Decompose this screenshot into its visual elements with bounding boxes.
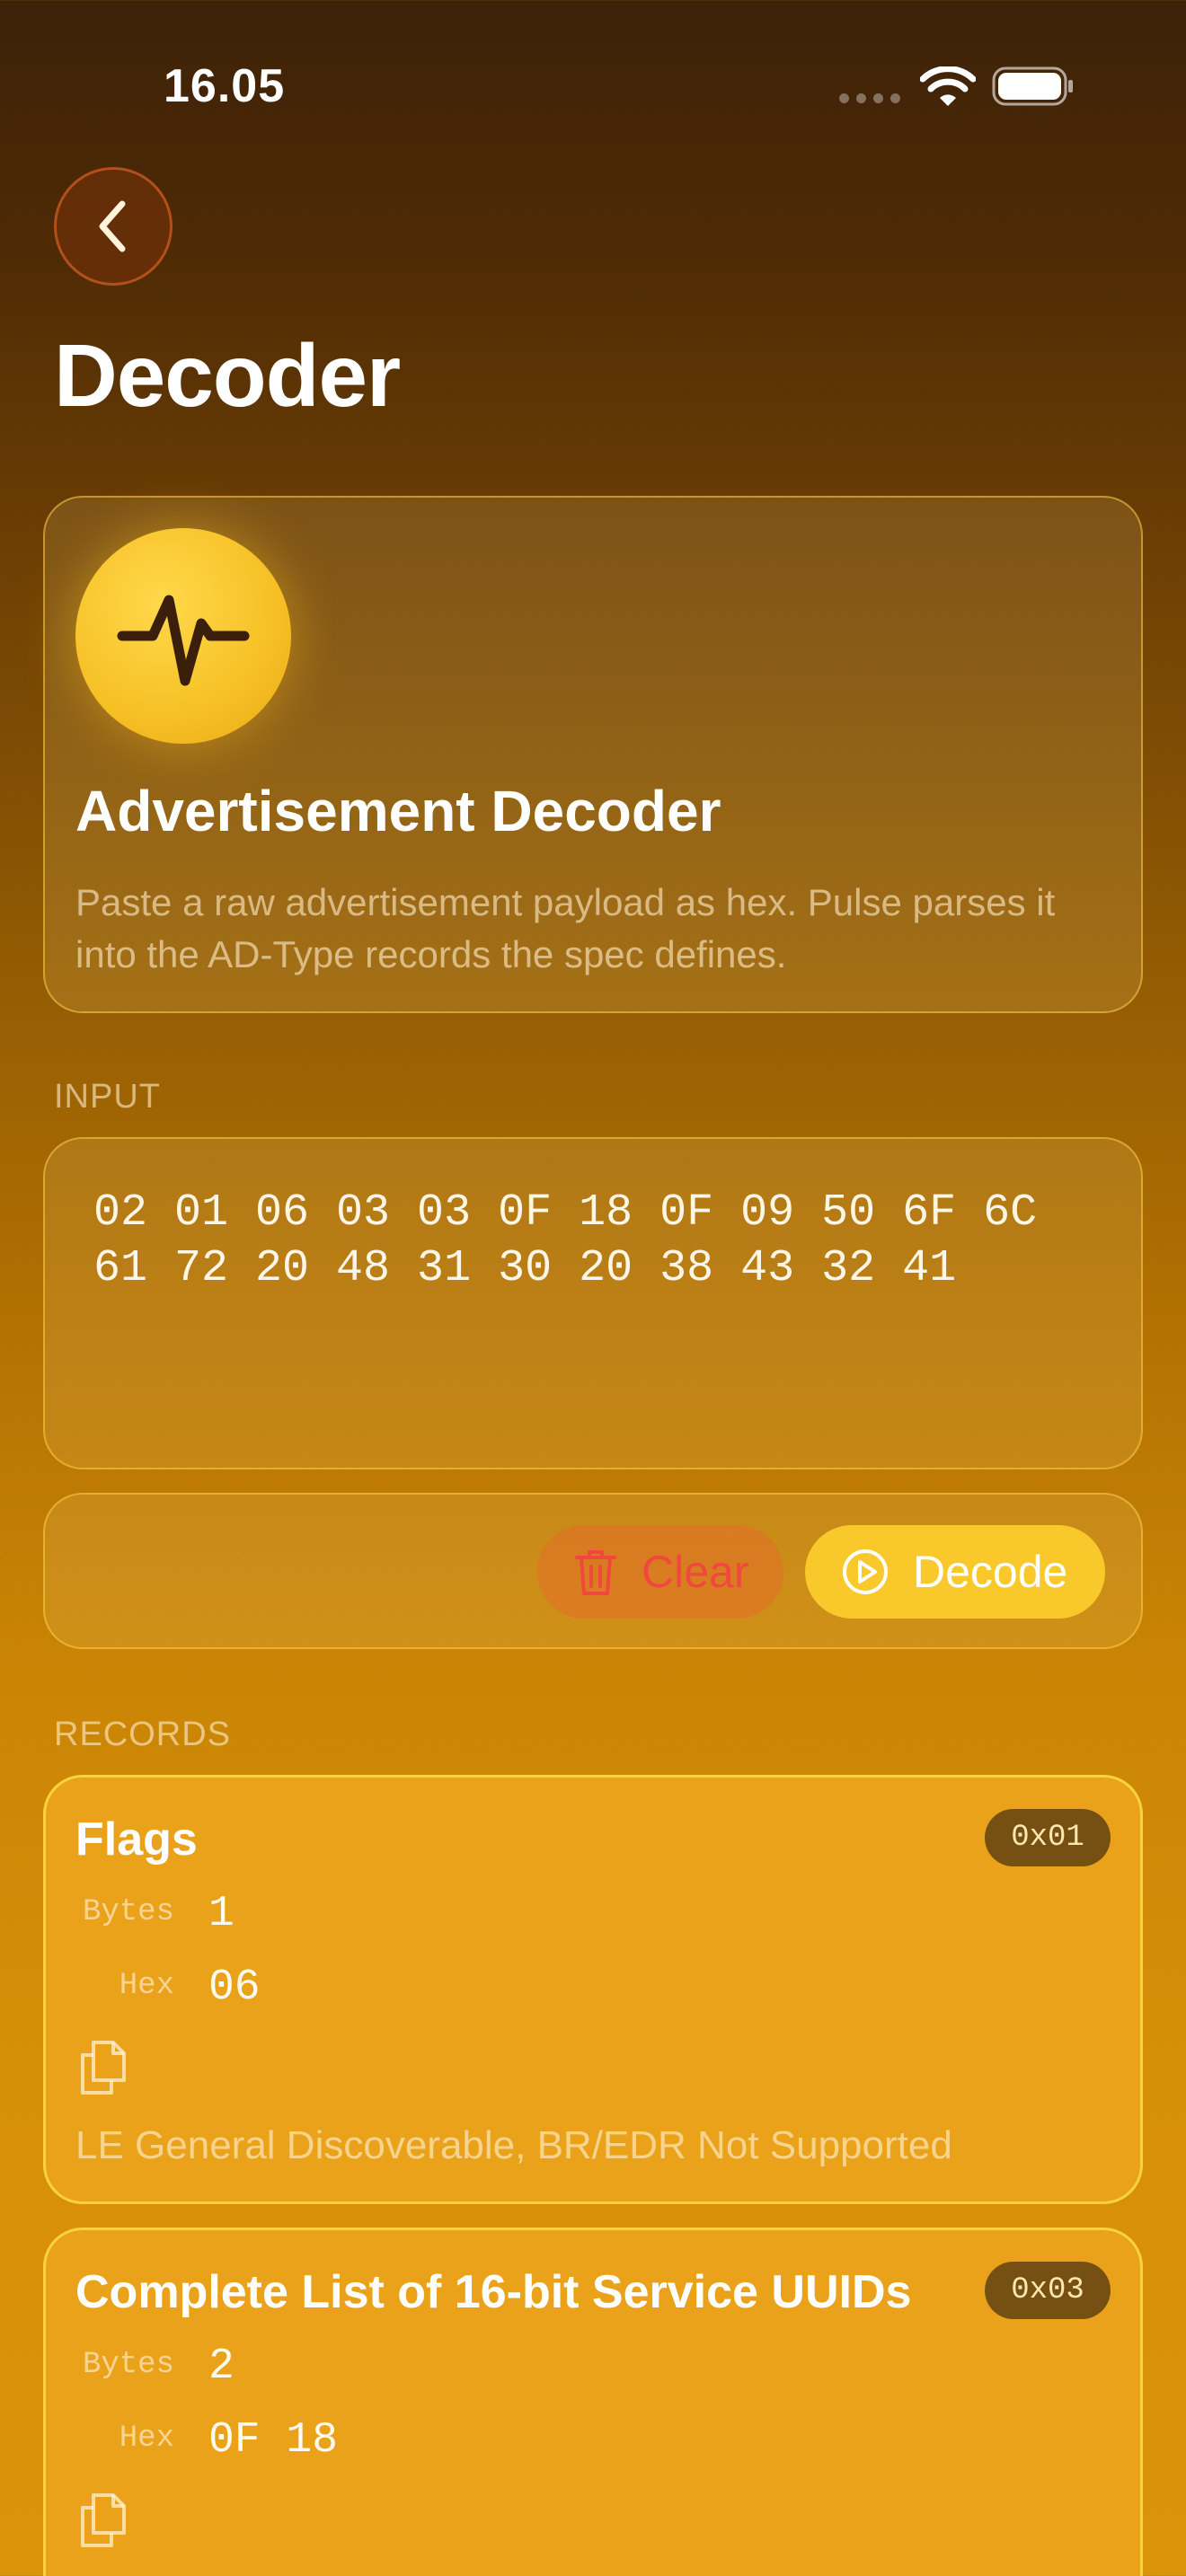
ad-type-badge: 0x01 <box>985 1809 1111 1866</box>
input-section-label: INPUT <box>54 1078 161 1116</box>
battery-icon <box>992 66 1073 106</box>
back-button[interactable] <box>54 167 173 286</box>
clear-button-label: Clear <box>642 1547 749 1597</box>
hero-description: Paste a raw advertisement payload as hex… <box>75 881 1056 975</box>
hex-label: Hex <box>119 1969 174 2003</box>
copy-icon[interactable] <box>75 2037 129 2096</box>
bytes-label: Bytes <box>82 2348 174 2382</box>
play-circle-icon <box>843 1549 888 1594</box>
record-summary: LE General Discoverable, BR/EDR Not Supp… <box>75 2123 952 2167</box>
trash-icon <box>575 1550 616 1595</box>
clear-button[interactable]: Clear <box>537 1525 783 1619</box>
page-title: Decoder <box>54 326 401 425</box>
bytes-value: 1 <box>208 1890 235 1938</box>
hex-input-text[interactable]: 02 01 06 03 03 0F 18 0F 09 50 6F 6C 61 7… <box>93 1186 1100 1297</box>
status-time: 16.05 <box>164 60 286 112</box>
copy-icon[interactable] <box>75 2490 129 2549</box>
wifi-icon <box>920 66 976 106</box>
hex-value: 06 <box>208 1963 261 2012</box>
waveform-icon <box>117 595 250 686</box>
pulse-icon-badge <box>75 528 291 744</box>
decode-button-label: Decode <box>913 1547 1068 1597</box>
chevron-left-icon <box>99 200 126 252</box>
hex-value: 0F 18 <box>208 2416 339 2465</box>
record-title: Complete List of 16-bit Service UUIDs <box>75 2266 912 2318</box>
bytes-value: 2 <box>208 2342 235 2391</box>
record-title: Flags <box>75 1813 198 1866</box>
ad-type-badge: 0x03 <box>985 2262 1111 2319</box>
records-section-label: RECORDS <box>54 1716 232 1753</box>
decode-button[interactable]: Decode <box>805 1525 1105 1619</box>
cellular-signal-icon <box>839 93 902 106</box>
hero-title: Advertisement Decoder <box>75 779 721 843</box>
hex-label: Hex <box>119 2422 174 2456</box>
bytes-label: Bytes <box>82 1895 174 1929</box>
